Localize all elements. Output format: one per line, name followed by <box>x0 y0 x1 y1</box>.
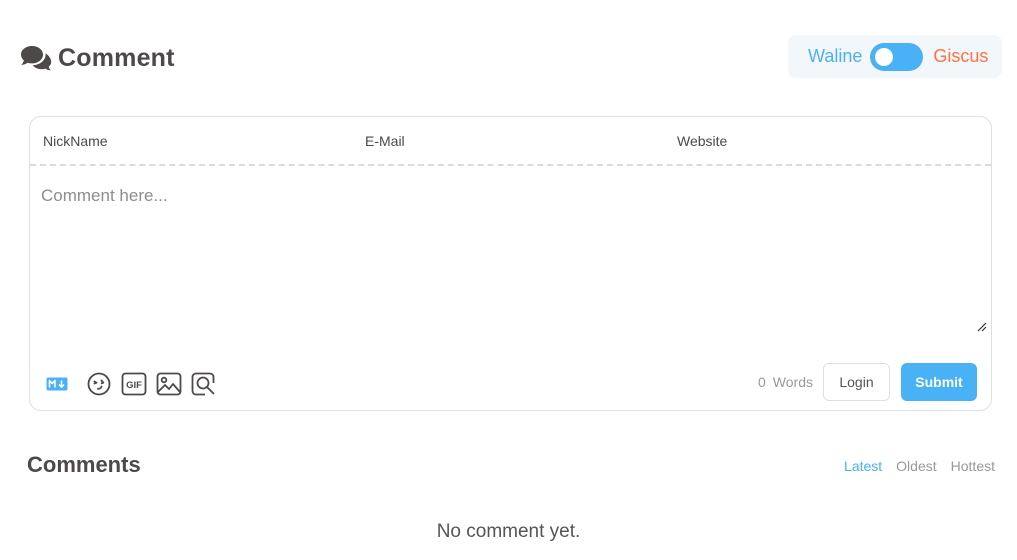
sort-tab-hottest[interactable]: Hottest <box>951 458 995 474</box>
sort-tab-oldest[interactable]: Oldest <box>896 458 936 474</box>
switcher-label-waline[interactable]: Waline <box>808 46 862 67</box>
submit-button[interactable]: Submit <box>901 363 977 401</box>
email-input[interactable] <box>352 125 664 156</box>
comment-system-switcher: Waline Giscus <box>788 35 1002 78</box>
switcher-label-giscus[interactable]: Giscus <box>933 46 988 67</box>
sort-tabs: Latest Oldest Hottest <box>844 458 995 474</box>
resize-handle-icon[interactable] <box>975 319 987 332</box>
word-count-label: Words <box>772 374 813 390</box>
comment-textarea[interactable] <box>30 168 991 331</box>
login-button[interactable]: Login <box>823 363 890 401</box>
gif-icon[interactable]: GIF <box>121 371 147 397</box>
emoji-icon[interactable] <box>86 371 112 397</box>
markdown-icon[interactable] <box>46 371 68 397</box>
editor-actions: 0 Words Login Submit <box>758 363 977 401</box>
svg-text:GIF: GIF <box>126 380 142 391</box>
comment-system-toggle[interactable] <box>870 42 924 71</box>
comment-header: Comment <box>20 40 175 76</box>
editor-toolbar: GIF <box>46 369 226 399</box>
toggle-knob <box>875 47 894 66</box>
nickname-input[interactable] <box>30 125 352 156</box>
comment-editor-panel: GIF 0Words Logi <box>29 116 992 411</box>
word-count-value: 0 <box>758 374 766 390</box>
sort-tab-latest[interactable]: Latest <box>844 458 882 474</box>
word-counter: 0 Words <box>758 374 813 390</box>
comment-section: Comment Waline Giscus NickName E-Mail We… <box>0 0 1017 560</box>
comments-heading: Comments <box>27 452 141 477</box>
empty-comments-message: No comment yet. <box>436 521 581 542</box>
website-input[interactable] <box>664 125 964 156</box>
user-info-row <box>30 117 991 166</box>
page-title: Comment <box>58 43 175 72</box>
comments-icon <box>20 44 52 72</box>
preview-icon[interactable] <box>191 371 217 397</box>
image-upload-icon[interactable] <box>156 371 182 397</box>
